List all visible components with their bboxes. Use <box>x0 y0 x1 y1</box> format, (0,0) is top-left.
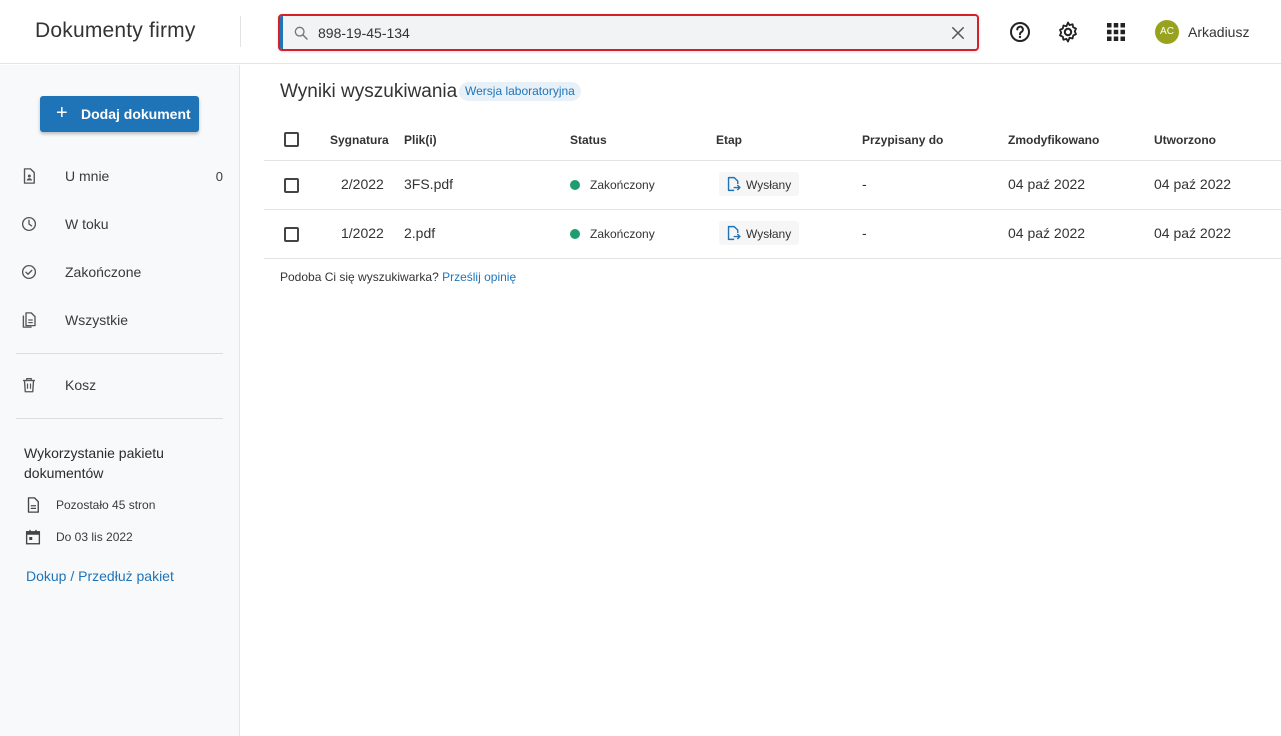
stage-chip: Wysłany <box>719 172 799 196</box>
row-status: Zakończony <box>590 227 655 241</box>
lab-version-badge: Wersja laboratoryjna <box>459 82 581 101</box>
documents-stack-icon <box>22 312 36 328</box>
pages-left-label: Pozostało 45 stron <box>56 498 156 512</box>
feedback-text: Podoba Ci się wyszukiwarka? <box>280 270 439 284</box>
sidebar-item-label: Kosz <box>65 377 97 393</box>
col-header-modified[interactable]: Zmodyfikowano <box>1008 133 1099 147</box>
plus-icon: + <box>56 102 68 124</box>
row-file-link[interactable]: 2.pdf <box>404 225 435 241</box>
add-document-button[interactable]: + Dodaj dokument <box>40 96 199 132</box>
sidebar-item-w-toku[interactable]: W toku <box>0 204 239 244</box>
sidebar-item-label: W toku <box>65 216 109 232</box>
sidebar-item-zakonczone[interactable]: Zakończone <box>0 252 239 292</box>
usage-valid-until: Do 03 lis 2022 <box>24 527 224 547</box>
search-input[interactable] <box>318 16 918 49</box>
col-header-files[interactable]: Plik(i) <box>404 133 437 147</box>
help-circle-icon[interactable] <box>1008 20 1032 44</box>
app-title: Dokumenty firmy <box>35 19 196 42</box>
row-created: 04 paź 2022 <box>1154 225 1232 241</box>
search-focus-indicator <box>280 16 283 49</box>
table-divider <box>264 209 1281 210</box>
search-box[interactable] <box>278 14 979 51</box>
search-icon <box>294 26 308 40</box>
row-status: Zakończony <box>590 178 655 192</box>
close-icon[interactable] <box>949 24 967 42</box>
document-sent-icon <box>727 176 741 192</box>
stage-chip: Wysłany <box>719 221 799 245</box>
sidebar-item-label: Zakończone <box>65 264 142 280</box>
row-modified: 04 paź 2022 <box>1008 225 1086 241</box>
sidebar-divider <box>16 353 223 354</box>
table-divider <box>264 258 1281 259</box>
stage-label: Wysłany <box>746 227 792 241</box>
col-header-status[interactable]: Status <box>570 133 607 147</box>
trash-icon <box>23 378 35 393</box>
document-icon <box>27 497 39 513</box>
calendar-icon <box>25 529 41 545</box>
sidebar-item-label: U mnie <box>65 168 110 184</box>
sidebar-item-u-mnie[interactable]: U mnie 0 <box>0 156 239 196</box>
col-header-stage[interactable]: Etap <box>716 133 742 147</box>
col-header-signature[interactable]: Sygnatura <box>330 133 389 147</box>
row-modified: 04 paź 2022 <box>1008 176 1086 192</box>
sidebar-divider <box>16 418 223 419</box>
status-dot-icon <box>570 180 580 190</box>
select-all-checkbox[interactable] <box>284 132 299 147</box>
feedback-link[interactable]: Prześlij opinię <box>442 270 516 284</box>
add-document-label: Dodaj dokument <box>81 106 191 122</box>
document-sent-icon <box>727 225 741 241</box>
apps-grid-icon[interactable] <box>1104 20 1128 44</box>
document-person-icon <box>23 168 35 184</box>
header-divider <box>240 16 241 47</box>
sidebar-item-kosz[interactable]: Kosz <box>0 365 239 405</box>
top-header: Dokumenty firmy AC Arkadiusz <box>0 0 1281 64</box>
status-dot-icon <box>570 229 580 239</box>
extend-package-link[interactable]: Dokup / Przedłuż pakiet <box>26 568 174 584</box>
usage-title: Wykorzystanie pakietu dokumentów <box>24 445 164 481</box>
row-signature: 2/2022 <box>341 176 384 192</box>
avatar[interactable]: AC <box>1155 20 1179 44</box>
user-name[interactable]: Arkadiusz <box>1188 24 1249 40</box>
row-file-link[interactable]: 3FS.pdf <box>404 176 453 192</box>
row-signature: 1/2022 <box>341 225 384 241</box>
gear-icon[interactable] <box>1056 20 1080 44</box>
stage-label: Wysłany <box>746 178 792 192</box>
col-header-assigned[interactable]: Przypisany do <box>862 133 943 147</box>
sidebar-item-count: 0 <box>215 169 223 184</box>
row-checkbox[interactable] <box>284 178 299 193</box>
clock-icon <box>21 216 37 232</box>
row-assigned: - <box>862 225 867 241</box>
row-assigned: - <box>862 176 867 192</box>
feedback-prompt: Podoba Ci się wyszukiwarka? Prześlij opi… <box>280 270 516 284</box>
sidebar-item-wszystkie[interactable]: Wszystkie <box>0 300 239 340</box>
row-created: 04 paź 2022 <box>1154 176 1232 192</box>
valid-until-label: Do 03 lis 2022 <box>56 530 133 544</box>
table-divider <box>264 160 1281 161</box>
check-circle-icon <box>21 264 37 280</box>
page-title: Wyniki wyszukiwania <box>280 81 458 102</box>
usage-pages-left: Pozostało 45 stron <box>24 495 224 515</box>
sidebar-item-label: Wszystkie <box>65 312 128 328</box>
row-checkbox[interactable] <box>284 227 299 242</box>
sidebar: + Dodaj dokument U mnie 0 W toku Zakończ… <box>0 65 240 736</box>
col-header-created[interactable]: Utworzono <box>1154 133 1216 147</box>
